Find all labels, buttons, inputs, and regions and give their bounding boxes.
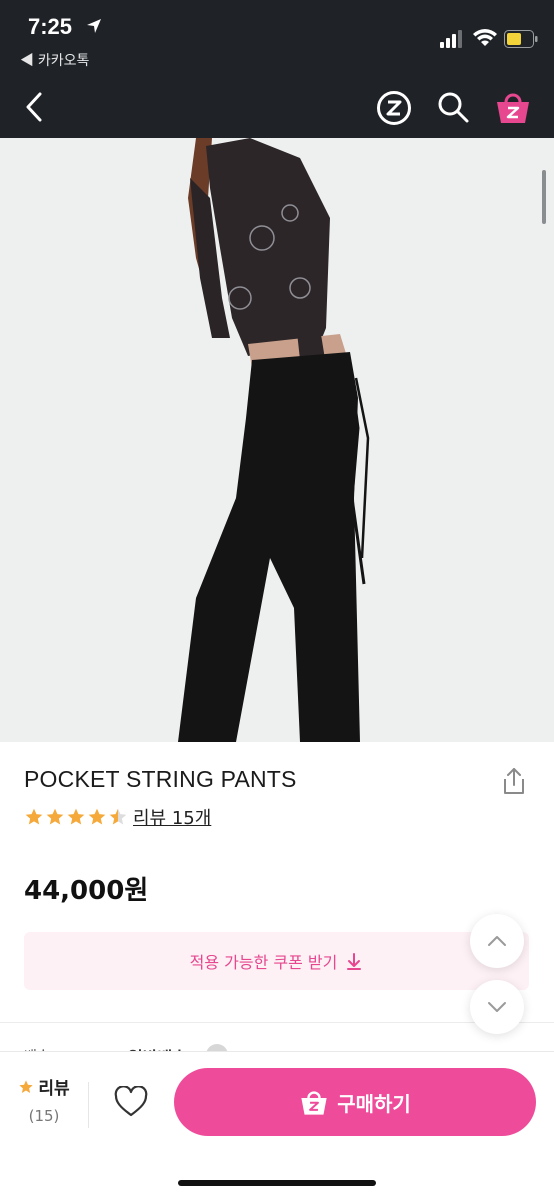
chevron-up-icon xyxy=(488,936,506,946)
chevron-down-icon xyxy=(488,1002,506,1012)
star-icon xyxy=(109,808,127,825)
bottom-action-bar: 리뷰 (15) 구매하기 xyxy=(0,1052,554,1200)
image-scroll-indicator xyxy=(542,170,546,224)
status-time: 7:25 xyxy=(28,14,73,39)
wifi-icon xyxy=(473,29,497,46)
top-header: 7:25 ◀ 카카오톡 xyxy=(0,0,554,138)
product-title: POCKET STRING PANTS xyxy=(24,766,297,792)
search-icon[interactable] xyxy=(436,90,470,124)
back-button[interactable] xyxy=(22,90,48,124)
location-arrow-icon xyxy=(87,19,101,33)
star-icon xyxy=(19,1079,34,1093)
download-arrow-icon xyxy=(347,953,362,970)
review-count-link[interactable]: 리뷰 15개 xyxy=(133,804,211,830)
bottom-review-button[interactable]: 리뷰 (15) xyxy=(16,1074,72,1125)
bottom-review-label: 리뷰 xyxy=(38,1079,70,1099)
bottom-separator xyxy=(88,1082,89,1128)
star-icon xyxy=(67,808,85,825)
back-to-app-link[interactable]: ◀ 카카오톡 xyxy=(20,50,89,70)
buy-button-label: 구매하기 xyxy=(337,1091,411,1116)
product-price: 44,000원 xyxy=(24,876,149,906)
shopping-basket-icon xyxy=(301,1091,327,1115)
section-divider xyxy=(0,1022,554,1023)
rating-stars xyxy=(24,806,129,828)
coupon-label: 적용 가능한 쿠폰 받기 xyxy=(189,953,338,972)
coupon-banner[interactable]: 적용 가능한 쿠폰 받기 xyxy=(24,932,529,990)
buy-button[interactable]: 구매하기 xyxy=(174,1068,536,1136)
bottom-review-count: (15) xyxy=(28,1107,60,1125)
star-icon xyxy=(88,808,106,825)
scroll-up-button[interactable] xyxy=(470,914,524,968)
home-indicator xyxy=(178,1180,376,1186)
star-icon xyxy=(25,808,43,825)
share-icon[interactable] xyxy=(500,766,528,796)
zigzag-z-icon[interactable] xyxy=(376,90,412,126)
cell-signal-icon xyxy=(440,30,462,48)
battery-icon xyxy=(504,30,538,48)
star-icon xyxy=(46,808,64,825)
scroll-down-button[interactable] xyxy=(470,980,524,1034)
product-photo xyxy=(0,138,554,742)
shopping-basket-icon[interactable] xyxy=(494,88,532,126)
heart-icon[interactable] xyxy=(114,1086,148,1118)
product-image[interactable] xyxy=(0,138,554,742)
